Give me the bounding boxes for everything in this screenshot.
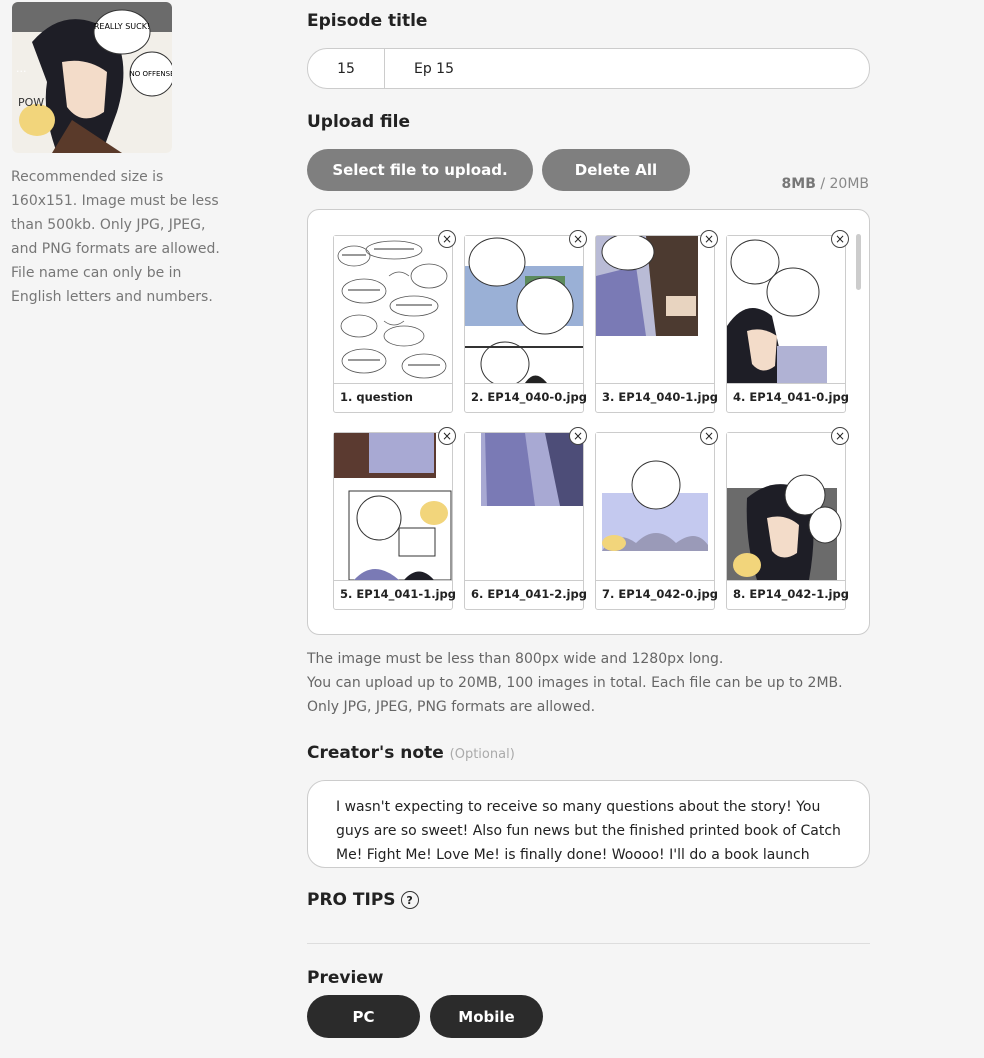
thumbnail-bubble-text-2: NO OFFENSE [129,70,172,78]
file-card[interactable]: 8. EP14_042-1.jpg [726,432,849,610]
help-icon[interactable]: ? [400,891,419,909]
file-name: 4. EP14_041-0.jpg [733,390,849,404]
file-card[interactable]: 1. question [333,235,453,413]
upload-size-limit: 20MB [829,176,870,192]
remove-file-icon[interactable]: × [569,230,587,248]
upload-help-line: You can upload up to 20MB, 100 images in… [307,675,843,691]
remove-file-icon[interactable]: × [831,427,849,445]
file-thumbnail [334,236,452,384]
pro-tips: PRO TIPS ? [307,890,419,910]
thumbnail-help-text: Recommended size is 160x151. Image must … [11,169,220,305]
uploaded-files-area[interactable]: 1. question × 2. EP14_040-0.jpg × 3. EP1… [307,209,870,635]
creators-note-label-text: Creator's note [307,743,444,763]
file-name: 5. EP14_041-1.jpg [340,587,456,601]
file-name: 8. EP14_042-1.jpg [733,587,849,601]
file-card[interactable]: 3. EP14_040-1.jpg [595,235,718,413]
preview-label: Preview [307,968,384,988]
file-thumbnail [596,236,714,384]
file-card[interactable]: 2. EP14_040-0.jpg [464,235,587,413]
file-thumbnail [465,236,583,384]
file-card[interactable]: 5. EP14_041-1.jpg [333,432,456,610]
delete-all-button[interactable]: Delete All [542,149,690,191]
creators-note-text: I wasn't expecting to receive so many qu… [336,799,841,863]
remove-file-icon[interactable]: × [831,230,849,248]
preview-mobile-button[interactable]: Mobile [430,995,543,1038]
upload-size-indicator: 8MB / 20MB [782,176,869,192]
file-name: 3. EP14_040-1.jpg [602,390,718,404]
file-area-scrollbar[interactable] [856,234,861,290]
upload-help-line: Only JPG, JPEG, PNG formats are allowed. [307,699,596,715]
file-name: 2. EP14_040-0.jpg [471,390,587,404]
file-card[interactable]: 7. EP14_042-0.jpg [595,432,718,610]
file-name: 1. question [340,390,413,404]
episode-title-label: Episode title [307,11,428,31]
select-file-button[interactable]: Select file to upload. [307,149,533,191]
file-card[interactable]: 4. EP14_041-0.jpg [726,235,849,413]
file-name: 6. EP14_041-2.jpg [471,587,587,601]
file-thumbnail [465,433,583,581]
thumbnail-sfx: ... [16,62,27,75]
file-name: 7. EP14_042-0.jpg [602,587,718,601]
upload-help-text: The image must be less than 800px wide a… [307,647,843,719]
series-thumbnail[interactable]: REALLY SUCK! NO OFFENSE ... POW [12,2,172,153]
upload-help-line: The image must be less than 800px wide a… [307,651,724,667]
file-card[interactable]: 6. EP14_041-2.jpg [464,432,587,610]
creators-note-label: Creator's note (Optional) [307,743,870,763]
remove-file-icon[interactable]: × [569,427,587,445]
upload-size-separator: / [815,176,830,192]
thumbnail-sfx-2: POW [18,96,44,109]
remove-file-icon[interactable]: × [438,427,456,445]
file-thumbnail [596,433,714,581]
creators-note-textarea[interactable]: I wasn't expecting to receive so many qu… [307,780,870,868]
pro-tips-label: PRO TIPS [307,890,396,910]
file-thumbnail [334,433,452,581]
optional-tag: (Optional) [449,747,515,762]
upload-size-used: 8MB [781,176,816,192]
remove-file-icon[interactable]: × [700,427,718,445]
thumbnail-bubble-text: REALLY SUCK! [94,22,150,31]
divider [307,943,870,944]
file-thumbnail [727,236,845,384]
file-thumbnail [727,433,845,581]
episode-title-input[interactable]: Ep 15 [385,61,454,77]
preview-pc-button[interactable]: PC [307,995,420,1038]
remove-file-icon[interactable]: × [700,230,718,248]
remove-file-icon[interactable]: × [438,230,456,248]
episode-number-input[interactable]: 15 [308,49,385,88]
upload-file-label: Upload file [307,112,410,132]
episode-title-field[interactable]: 15 Ep 15 [307,48,870,89]
